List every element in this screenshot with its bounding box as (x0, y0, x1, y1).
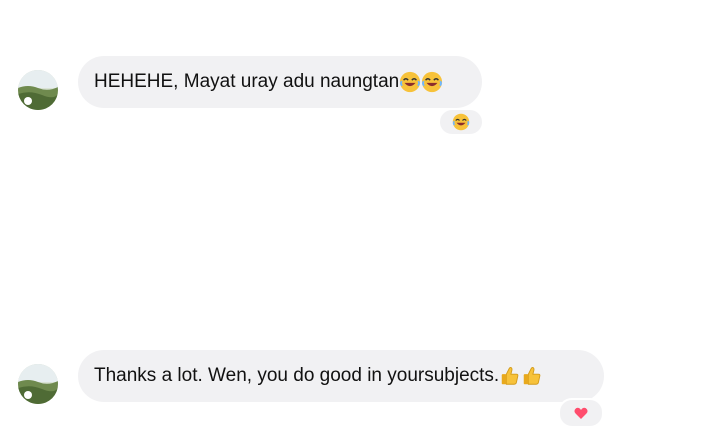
laughing-tears-emoji (399, 71, 421, 93)
message-text: Thanks a lot. Wen, you do good in yoursu… (94, 365, 500, 386)
avatar-image (18, 364, 58, 404)
thumbs-up-emoji (499, 365, 521, 387)
thumbs-up-emoji (521, 365, 543, 387)
heart-emoji (574, 407, 588, 419)
avatar[interactable] (18, 364, 58, 404)
message-bubble[interactable]: HEHEHE, Mayat uray adu naungtan (78, 56, 482, 108)
laughing-tears-emoji (452, 113, 470, 131)
avatar-image (18, 70, 58, 110)
reaction-badge[interactable] (558, 398, 604, 428)
chat-thread: HEHEHE, Mayat uray adu naungtan Thanks a… (0, 0, 720, 440)
laughing-tears-emoji (421, 71, 443, 93)
reaction-badge[interactable] (438, 108, 484, 136)
avatar[interactable] (18, 70, 58, 110)
message-bubble[interactable]: Thanks a lot. Wen, you do good in yoursu… (78, 350, 604, 402)
message-text: HEHEHE, Mayat uray adu naungtan (94, 71, 400, 92)
